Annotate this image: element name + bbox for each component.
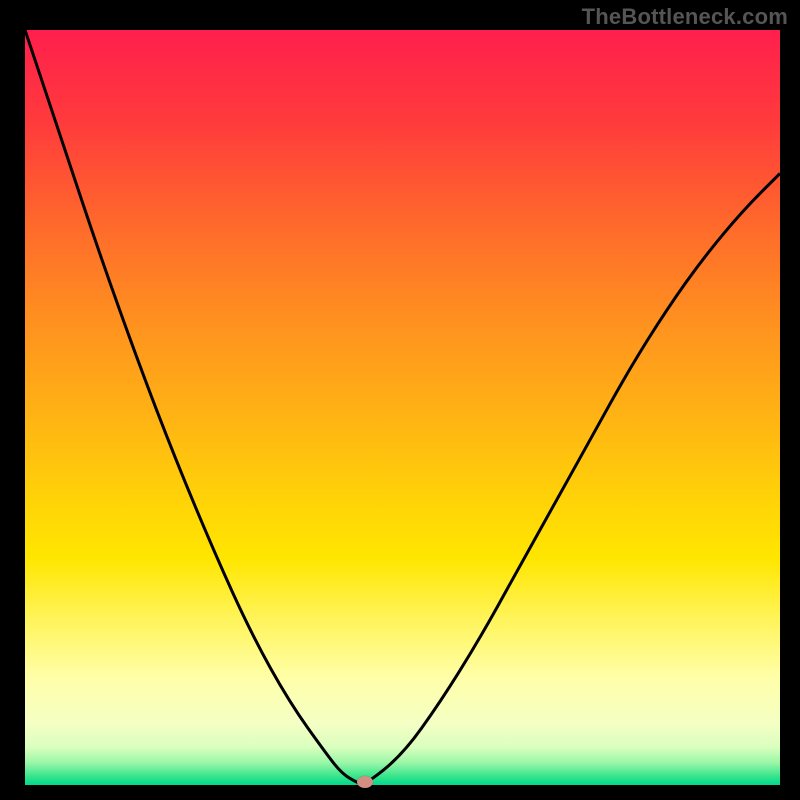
plot-area xyxy=(25,30,780,785)
chart-frame: TheBottleneck.com xyxy=(0,0,800,800)
trough-marker xyxy=(357,776,373,788)
bottleneck-curve-path xyxy=(25,30,780,784)
bottleneck-curve-svg xyxy=(25,30,780,785)
attribution-text: TheBottleneck.com xyxy=(582,4,788,30)
